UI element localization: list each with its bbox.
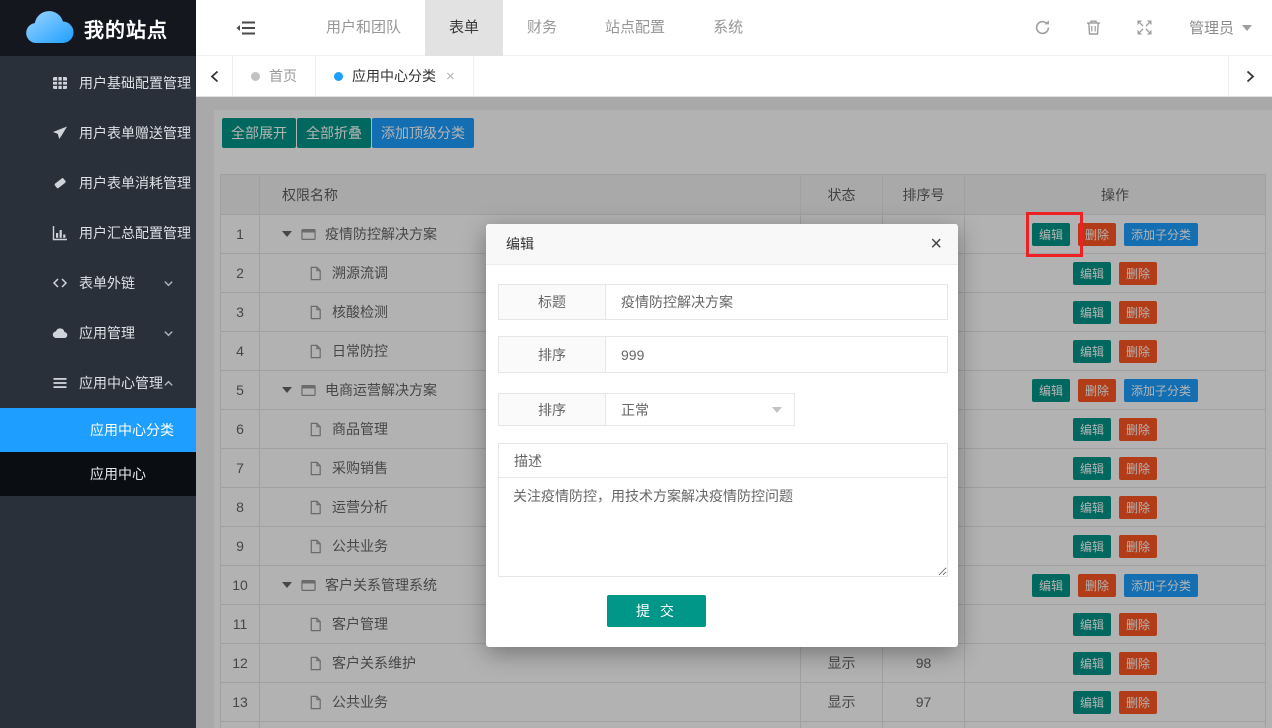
sidebar-item-label: 应用管理 [79, 323, 135, 343]
sidebar-item-app-center-manage[interactable]: 应用中心管理 [0, 358, 196, 408]
sidebar-subitem-app-center[interactable]: 应用中心 [0, 452, 196, 496]
sidebar-item-label: 用户汇总配置管理 [79, 223, 191, 243]
chevron-down-icon [772, 407, 782, 413]
tab-app-center-category[interactable]: 应用中心分类 × [316, 56, 474, 96]
nav-item-finance[interactable]: 财务 [503, 0, 581, 56]
status-field: 排序 正常 [498, 393, 948, 426]
tab-scroll-right-button[interactable] [1228, 56, 1272, 96]
nav-item-label: 用户和团队 [326, 19, 401, 36]
modal-title: 编辑 [506, 236, 534, 252]
tab-home[interactable]: 首页 [233, 56, 316, 96]
submenu-item-label: 应用中心分类 [90, 420, 174, 440]
sort-field-label: 排序 [498, 336, 606, 373]
sidebar-item-label: 用户表单赠送管理 [79, 123, 191, 143]
nav-item-label: 站点配置 [605, 19, 665, 36]
grid-icon [52, 75, 68, 91]
sidebar-item-summary-config[interactable]: 用户汇总配置管理 [0, 208, 196, 258]
user-menu[interactable]: 管理员 [1189, 17, 1252, 38]
sidebar-item-form-links[interactable]: 表单外链 [0, 258, 196, 308]
chevron-left-icon [209, 70, 220, 83]
tab-bar: 首页 应用中心分类 × [196, 56, 1272, 97]
sort-field: 排序 [498, 336, 948, 373]
sidebar-item-label: 用户表单消耗管理 [79, 173, 191, 193]
title-field-label: 标题 [498, 284, 606, 320]
sidebar-menu: 用户基础配置管理 用户表单赠送管理 用户表单消耗管理 用户汇总配置管理 表单外链… [0, 56, 196, 496]
modal-header: 编辑 [486, 224, 958, 265]
header-right: 管理员 [1000, 17, 1252, 38]
sidebar-item-user-base-config[interactable]: 用户基础配置管理 [0, 58, 196, 108]
close-icon[interactable]: × [930, 232, 942, 256]
nav-item-users-teams[interactable]: 用户和团队 [302, 0, 425, 56]
link-icon [52, 275, 68, 291]
edit-modal: 编辑 × 标题 排序 排序 正常 描述 关注疫情防控，用技术方案解决疫情防控问题… [486, 224, 958, 647]
top-header: 用户和团队 表单 财务 站点配置 系统 管理员 [196, 0, 1272, 56]
nav-item-label: 财务 [527, 19, 557, 36]
sidebar-subitem-app-center-category[interactable]: 应用中心分类 [0, 408, 196, 452]
nav-item-label: 表单 [449, 19, 479, 36]
description-textarea[interactable]: 关注疫情防控，用技术方案解决疫情防控问题 [498, 477, 948, 577]
nav-item-label: 系统 [713, 19, 743, 36]
bar-chart-icon [52, 225, 68, 241]
chevron-right-icon [1245, 70, 1256, 83]
refresh-icon[interactable] [1034, 19, 1051, 36]
status-select-value: 正常 [621, 400, 649, 420]
sidebar-item-app-manage[interactable]: 应用管理 [0, 308, 196, 358]
app-title: 我的站点 [84, 14, 168, 43]
cloud-logo-icon [24, 10, 76, 46]
description-label: 描述 [498, 443, 948, 478]
tab-dot-gray [251, 72, 260, 81]
nav-item-forms[interactable]: 表单 [425, 0, 503, 56]
top-nav-menu: 用户和团队 表单 财务 站点配置 系统 [302, 0, 767, 56]
cloud-icon [52, 325, 68, 341]
tab-dot-blue [334, 72, 343, 81]
sidebar: 我的站点 用户基础配置管理 用户表单赠送管理 用户表单消耗管理 用户汇总配置管理… [0, 0, 196, 728]
menu-fold-icon[interactable] [236, 20, 256, 36]
nav-item-system[interactable]: 系统 [689, 0, 767, 56]
chevron-down-icon [163, 328, 174, 339]
tab-label: 应用中心分类 [352, 66, 436, 86]
tab-scroll-left-button[interactable] [196, 56, 233, 96]
status-select[interactable]: 正常 [605, 393, 795, 426]
sidebar-item-form-gift[interactable]: 用户表单赠送管理 [0, 108, 196, 158]
sidebar-item-label: 表单外链 [79, 273, 135, 293]
sidebar-item-label: 用户基础配置管理 [79, 73, 191, 93]
sort-input[interactable] [605, 336, 948, 373]
tab-label: 首页 [269, 66, 297, 86]
sidebar-item-label: 应用中心管理 [79, 373, 163, 393]
logo-bar: 我的站点 [0, 0, 196, 56]
sidebar-item-form-consume[interactable]: 用户表单消耗管理 [0, 158, 196, 208]
chevron-up-icon [163, 378, 174, 389]
title-input[interactable] [605, 284, 948, 320]
trash-icon[interactable] [1085, 19, 1102, 36]
nav-item-site-config[interactable]: 站点配置 [581, 0, 689, 56]
fullscreen-icon[interactable] [1136, 19, 1153, 36]
submit-button[interactable]: 提 交 [607, 595, 706, 627]
user-name: 管理员 [1189, 17, 1234, 38]
chevron-down-icon [1242, 25, 1252, 31]
tab-close-icon[interactable]: × [446, 69, 455, 84]
submenu-item-label: 应用中心 [90, 464, 146, 484]
eraser-icon [52, 175, 68, 191]
send-icon [52, 125, 68, 141]
list-icon [52, 375, 68, 391]
title-field: 标题 [498, 284, 948, 320]
status-field-label: 排序 [498, 393, 606, 426]
chevron-down-icon [163, 278, 174, 289]
